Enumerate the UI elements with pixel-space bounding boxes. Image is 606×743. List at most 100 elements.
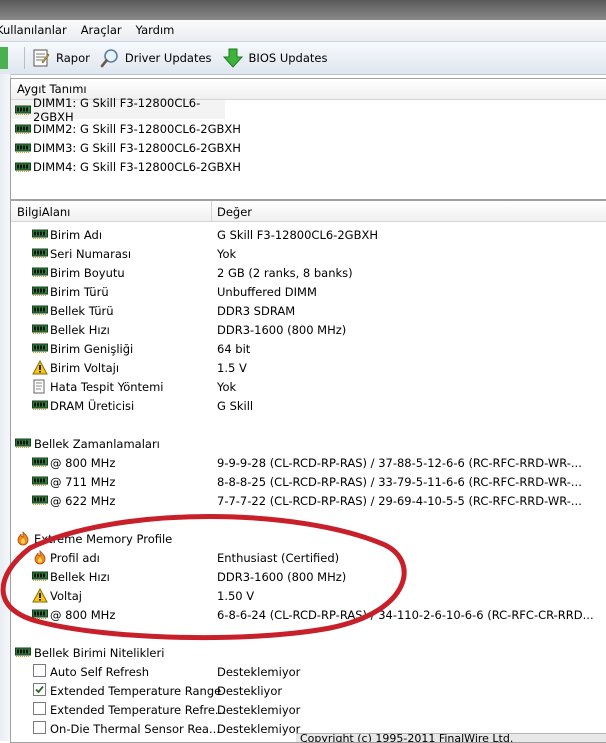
table-row[interactable]: Bellek Türü DDR3 SDRAM [11,301,606,320]
flame-icon [32,550,48,568]
memory-icon [32,493,48,510]
report-label: Rapor [56,51,90,65]
driver-updates-button[interactable]: Driver Updates [96,45,218,71]
section-header[interactable]: Bellek Birimi Nitelikleri [11,643,606,662]
table-row[interactable]: @ 711 MHz 8-8-8-25 (CL-RCD-RP-RAS) / 33-7… [11,472,606,491]
section-title: Bellek Zamanlamaları [34,437,160,451]
section-title: Bellek Birimi Nitelikleri [34,646,165,660]
row-value: Yok [217,247,237,261]
row-value: Destekliyor [217,684,283,698]
section-header[interactable]: Bellek Zamanlamaları [11,434,606,453]
row-label: Bellek Hızı [50,570,110,584]
info-table-panel: BilgiAlanı Değer Birim Adı G Skill F3-128… [10,200,606,743]
checkbox-empty-icon[interactable] [33,664,46,680]
memory-icon [32,569,48,586]
table-row[interactable]: DRAM Üreticisi G Skill [11,396,606,415]
table-row[interactable]: Bellek Hızı DDR3-1600 (800 MHz) [11,567,606,586]
row-label: Bellek Türü [50,304,114,318]
memory-icon [32,227,48,244]
toolbar: Rapor Driver Updates BIOS Updates [0,42,606,75]
row-label: DRAM Üreticisi [50,399,135,413]
info-table-header: BilgiAlanı Değer [11,201,606,222]
toolbar-left-edge [0,47,8,69]
memory-icon [15,103,33,117]
device-header-label: Aygıt Tanımı [17,82,87,96]
bios-updates-button[interactable]: BIOS Updates [218,45,334,71]
table-row[interactable]: Voltaj 1.50 V [11,586,606,605]
menu-help[interactable]: Yardım [129,20,182,41]
window-title-bar [0,0,606,20]
memory-icon [32,455,48,472]
report-button[interactable]: Rapor [27,45,96,71]
row-value: DDR3 SDRAM [217,304,296,318]
memory-icon [32,398,48,415]
row-value: 7-7-7-22 (CL-RCD-RP-RAS) / 29-69-4-10-5-… [217,494,582,508]
row-label: Seri Numarası [50,247,132,261]
row-label: Voltaj [50,589,82,603]
flame-icon [15,531,31,549]
row-label: Birim Adı [50,228,103,242]
device-item[interactable]: DIMM1: G Skill F3-12800CL6-2GBXH [11,96,225,124]
table-row[interactable]: Birim Boyutu 2 GB (2 ranks, 8 banks) [11,263,606,282]
menu-tools[interactable]: Araçlar [74,20,129,41]
table-row[interactable]: Extended Temperature Refre... Desteklemiy… [11,700,606,719]
menu-bar: Kullanılanlar Araçlar Yardım [0,20,606,42]
device-item-label: DIMM3: G Skill F3-12800CL6-2GBXH [33,140,241,155]
device-item[interactable]: DIMM3: G Skill F3-12800CL6-2GBXH [11,138,606,157]
table-row[interactable]: @ 800 MHz 9-9-9-28 (CL-RCD-RP-RAS) / 37-8… [11,453,606,472]
row-value: Yok [217,380,237,394]
row-label: Birim Türü [50,285,109,299]
table-row[interactable]: Auto Self Refresh Desteklemiyor [11,662,606,681]
column-divider[interactable] [211,201,212,221]
magnifier-icon [100,49,118,68]
field-column-header[interactable]: BilgiAlanı [17,205,70,219]
memory-icon [15,141,33,155]
table-row[interactable]: @ 622 MHz 7-7-7-22 (CL-RCD-RP-RAS) / 29-6… [11,491,606,510]
table-row[interactable]: Extended Temperature Range Destekliyor [11,681,606,700]
device-item[interactable]: DIMM2: G Skill F3-12800CL6-2GBXH [11,119,606,138]
menu-favorites[interactable]: Kullanılanlar [0,20,74,41]
row-value: Desteklemiyor [217,665,301,679]
device-item-label: DIMM1: G Skill F3-12800CL6-2GBXH [33,95,201,124]
row-label: Auto Self Refresh [50,665,150,679]
row-label: @ 711 MHz [50,475,116,489]
row-value: 1.50 V [217,589,255,603]
row-label: Profil adı [50,551,100,565]
section-header[interactable]: Extreme Memory Profile [11,529,606,548]
row-label: Extended Temperature Refre... [50,703,226,717]
table-row[interactable]: Birim Adı G Skill F3-12800CL6-2GBXH [11,225,606,244]
memory-icon [32,284,48,301]
report-icon [33,49,50,67]
row-value: G Skill [217,399,254,413]
row-value: Desteklemiyor [217,722,301,736]
table-row[interactable]: Bellek Hızı DDR3-1600 (800 MHz) [11,320,606,339]
row-value: Enthusiast (Certified) [217,551,340,565]
table-row[interactable]: Birim Genişliği 64 bit [11,339,606,358]
down-arrow-icon [222,48,243,68]
value-column-header[interactable]: Değer [217,205,252,219]
document-icon [32,379,46,397]
table-row[interactable]: @ 800 MHz 6-8-6-24 (CL-RCD-RP-RAS) / 34-1… [11,605,606,624]
device-item-label: DIMM4: G Skill F3-12800CL6-2GBXH [33,159,241,174]
table-row[interactable]: Profil adı Enthusiast (Certified) [11,548,606,567]
driver-updates-label: Driver Updates [124,51,212,65]
checkbox-empty-icon[interactable] [33,721,46,737]
warning-icon [32,359,48,378]
checkbox-checked-icon[interactable] [33,683,46,699]
table-row[interactable]: Birim Türü Unbuffered DIMM [11,282,606,301]
table-row[interactable]: Hata Tespit Yöntemi Yok [11,377,606,396]
device-item[interactable]: DIMM4: G Skill F3-12800CL6-2GBXH [11,157,606,176]
row-value: 64 bit [217,342,251,356]
device-item-label: DIMM2: G Skill F3-12800CL6-2GBXH [33,121,241,136]
device-list-panel: Aygıt Tanımı DIMM1: G Skill F3-12800CL6-… [10,78,606,200]
checkbox-empty-icon[interactable] [33,702,46,718]
table-row[interactable]: Seri Numarası Yok [11,244,606,263]
row-value: DDR3-1600 (800 MHz) [217,323,347,337]
memory-icon [15,645,31,662]
row-value: 1.5 V [217,361,247,375]
memory-icon [32,607,48,624]
row-label: On-Die Thermal Sensor Rea... [50,722,220,736]
memory-icon [32,265,48,282]
memory-icon [32,322,48,339]
table-row[interactable]: Birim Voltajı 1.5 V [11,358,606,377]
